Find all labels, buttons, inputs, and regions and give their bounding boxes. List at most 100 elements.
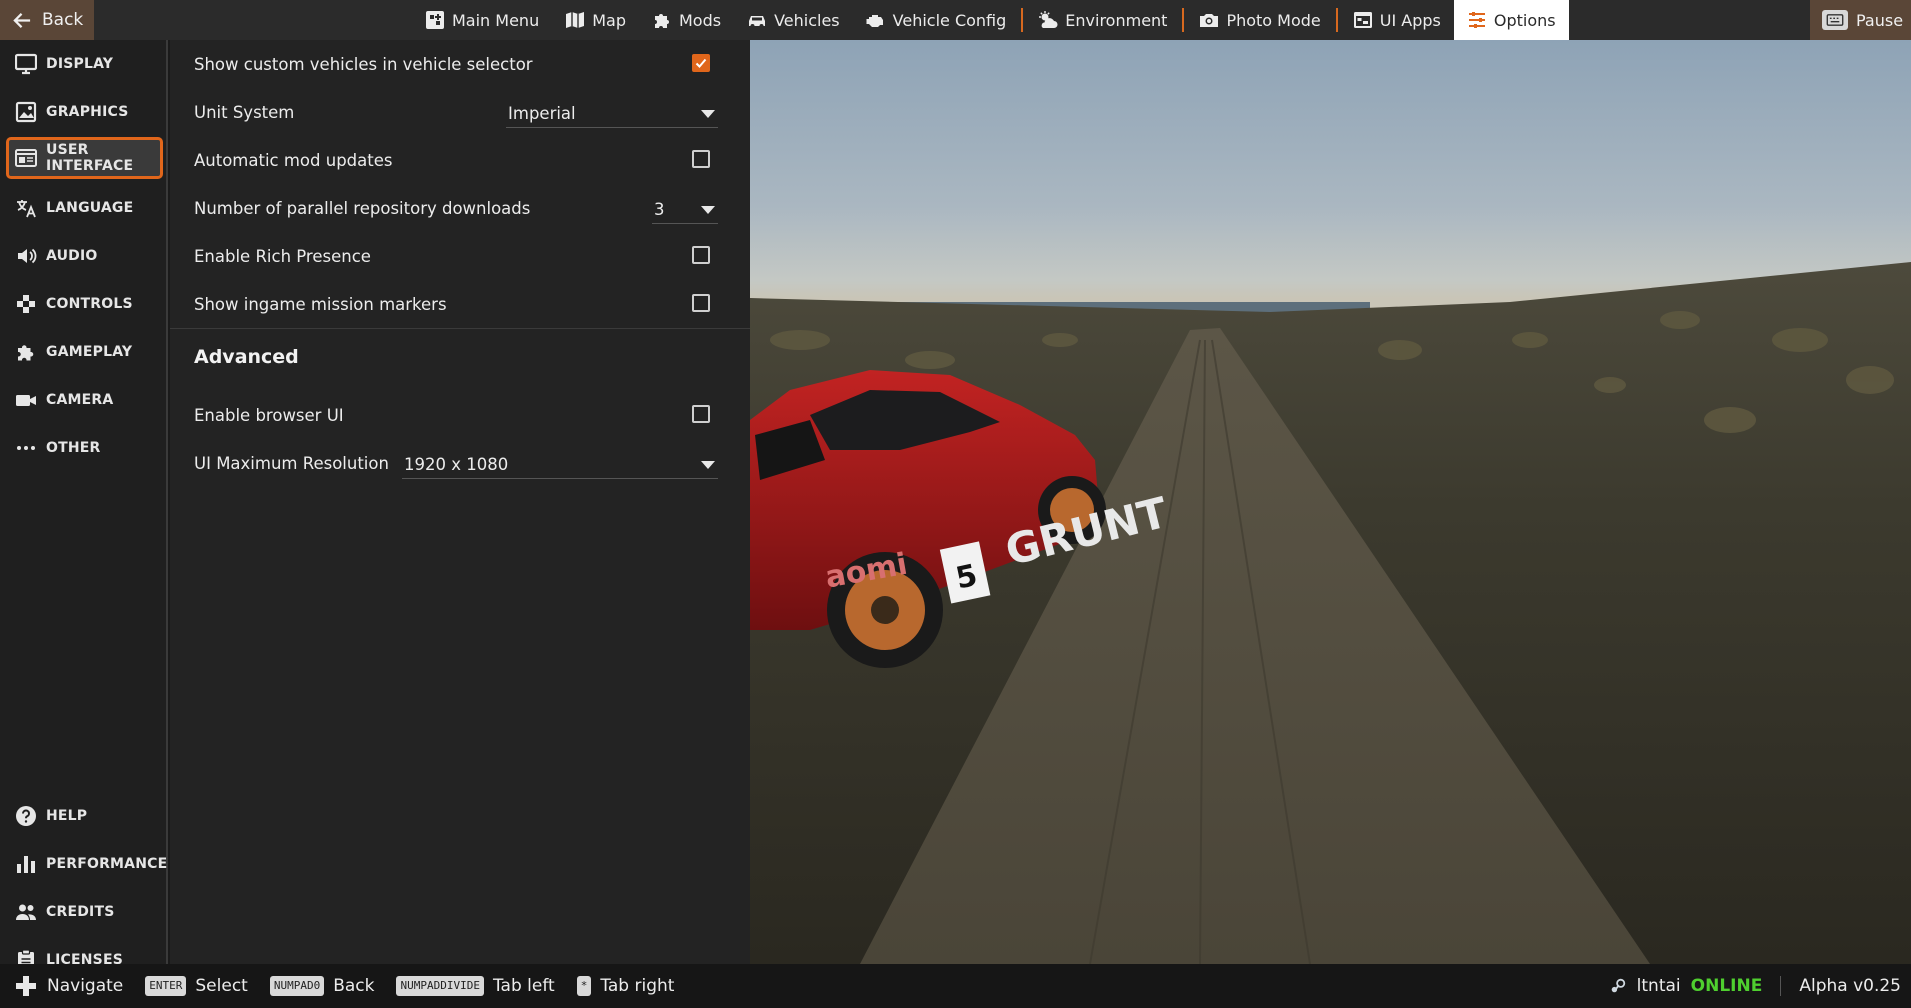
game-viewport: 5 GRUNT aomi <box>750 40 1911 964</box>
back-button-label: Back <box>42 10 84 30</box>
sidebar-item-label: CAMERA <box>46 392 114 408</box>
back-button[interactable]: Back <box>0 0 94 40</box>
setting-label: Automatic mod updates <box>194 150 393 170</box>
pause-button[interactable]: Pause <box>1810 0 1911 40</box>
dropdown-arrow-icon <box>701 460 715 469</box>
steam-icon <box>1611 978 1625 993</box>
sidebar-item-other[interactable]: OTHER <box>6 427 163 469</box>
sidebar-item-label: GAMEPLAY <box>46 344 133 360</box>
sidebar-item-label: LANGUAGE <box>46 200 134 216</box>
hint-tab-left: NUMPADDIVIDE Tab left <box>396 976 555 996</box>
setting-label: Enable browser UI <box>194 405 344 425</box>
setting-label: Show custom vehicles in vehicle selector <box>194 54 533 74</box>
translate-icon <box>17 200 36 218</box>
main-tabs: Main Menu Map Mods Vehicles Vehicle Conf… <box>412 0 1569 40</box>
tab-label: Vehicles <box>774 10 840 30</box>
sidebar-item-audio[interactable]: AUDIO <box>6 235 163 277</box>
sidebar-item-controls[interactable]: CONTROLS <box>6 283 163 325</box>
tab-separator <box>1182 8 1185 32</box>
ui-window-icon <box>15 149 37 167</box>
more-icon <box>17 446 35 450</box>
checkmark-icon <box>695 58 707 68</box>
browser-ui-checkbox[interactable] <box>692 405 710 423</box>
keycap-numpad0: NUMPAD0 <box>269 976 325 996</box>
tab-separator <box>1021 8 1024 32</box>
tab-ui-apps[interactable]: UI Apps <box>1340 0 1454 40</box>
setting-browser-ui: Enable browser UI <box>194 395 730 435</box>
select-value: 1920 x 1080 <box>404 455 509 474</box>
keyboard-key-icon <box>1822 10 1848 30</box>
options-sidebar: DISPLAY GRAPHICS USER INTERFACE LANGUAGE… <box>0 40 168 970</box>
tab-label: UI Apps <box>1379 10 1441 30</box>
sidebar-item-help[interactable]: HELP <box>6 795 163 837</box>
puzzle-icon <box>18 345 34 361</box>
sidebar-item-label: HELP <box>46 808 88 824</box>
keycap-numpaddivide: NUMPADDIVIDE <box>396 976 484 996</box>
hint-select: ENTER Select <box>145 976 248 996</box>
tab-vehicle-config[interactable]: Vehicle Config <box>853 0 1020 40</box>
sidebar-item-camera[interactable]: CAMERA <box>6 379 163 421</box>
rich-presence-checkbox[interactable] <box>692 246 710 264</box>
camera-icon <box>1200 14 1219 27</box>
setting-unit-system: Unit System Imperial <box>194 92 730 132</box>
pause-button-label: Pause <box>1856 10 1904 30</box>
tab-map[interactable]: Map <box>552 0 639 40</box>
arrow-left-icon <box>13 12 31 28</box>
scene-illustration: 5 GRUNT aomi <box>750 262 1911 964</box>
sidebar-item-label: CONTROLS <box>46 296 133 312</box>
setting-mission-markers: Show ingame mission markers <box>194 284 730 324</box>
sidebar-item-label: AUDIO <box>46 248 98 264</box>
tab-vehicles[interactable]: Vehicles <box>734 0 853 40</box>
image-icon <box>15 101 37 123</box>
sidebar-item-credits[interactable]: CREDITS <box>6 891 163 933</box>
top-nav-bar: Back Main Menu Map Mods Vehicles Vehicle… <box>0 0 1911 40</box>
monitor-icon <box>15 53 37 75</box>
auto-mod-updates-checkbox[interactable] <box>692 150 710 168</box>
car-icon <box>749 16 766 28</box>
mission-markers-checkbox[interactable] <box>692 294 710 312</box>
sliders-icon <box>1468 12 1485 28</box>
sidebar-item-gameplay[interactable]: GAMEPLAY <box>6 331 163 373</box>
parallel-downloads-select[interactable]: 3 <box>652 196 718 224</box>
setting-label: Enable Rich Presence <box>194 246 371 266</box>
hint-navigate: Navigate <box>14 974 123 998</box>
keycap-multiply: * <box>576 976 592 996</box>
sidebar-item-display[interactable]: DISPLAY <box>6 43 163 85</box>
tab-mods[interactable]: Mods <box>639 0 734 40</box>
tab-main-menu[interactable]: Main Menu <box>412 0 552 40</box>
hint-label: Back <box>333 976 375 996</box>
dropdown-arrow-icon <box>701 205 715 214</box>
sidebar-item-language[interactable]: LANGUAGE <box>6 187 163 229</box>
setting-rich-presence: Enable Rich Presence <box>194 236 730 276</box>
setting-label: Show ingame mission markers <box>194 294 447 314</box>
setting-label: Number of parallel repository downloads <box>194 198 531 218</box>
sidebar-item-label: PERFORMANCE <box>46 856 168 872</box>
show-custom-vehicles-checkbox[interactable] <box>692 54 710 72</box>
tab-options[interactable]: Options <box>1453 0 1569 40</box>
main-menu-icon <box>426 11 444 29</box>
tab-label: Vehicle Config <box>892 10 1007 30</box>
tab-environment[interactable]: Environment <box>1025 0 1180 40</box>
sidebar-item-user-interface[interactable]: USER INTERFACE <box>6 137 163 179</box>
select-value: 3 <box>654 200 665 219</box>
sidebar-item-label: DISPLAY <box>46 56 114 72</box>
puzzle-icon <box>654 14 669 28</box>
weather-icon <box>1039 11 1058 28</box>
sidebar-item-performance[interactable]: PERFORMANCE <box>6 843 167 885</box>
ui-apps-icon <box>1353 12 1372 28</box>
bar-chart-icon <box>17 856 35 873</box>
section-title-advanced: Advanced <box>194 346 299 368</box>
people-icon <box>16 904 36 920</box>
unit-system-select[interactable]: Imperial <box>506 100 718 128</box>
engine-icon <box>866 15 883 27</box>
sidebar-item-graphics[interactable]: GRAPHICS <box>6 91 163 133</box>
ui-max-resolution-select[interactable]: 1920 x 1080 <box>402 451 718 479</box>
hint-back: NUMPAD0 Back <box>269 976 375 996</box>
setting-parallel-downloads: Number of parallel repository downloads … <box>194 188 730 228</box>
tab-photo-mode[interactable]: Photo Mode <box>1186 0 1333 40</box>
dropdown-arrow-icon <box>701 109 715 118</box>
hint-tab-right: * Tab right <box>576 976 674 996</box>
online-status: ONLINE <box>1690 976 1763 996</box>
section-divider <box>170 328 750 329</box>
version-label: Alpha v0.25 <box>1799 976 1901 996</box>
